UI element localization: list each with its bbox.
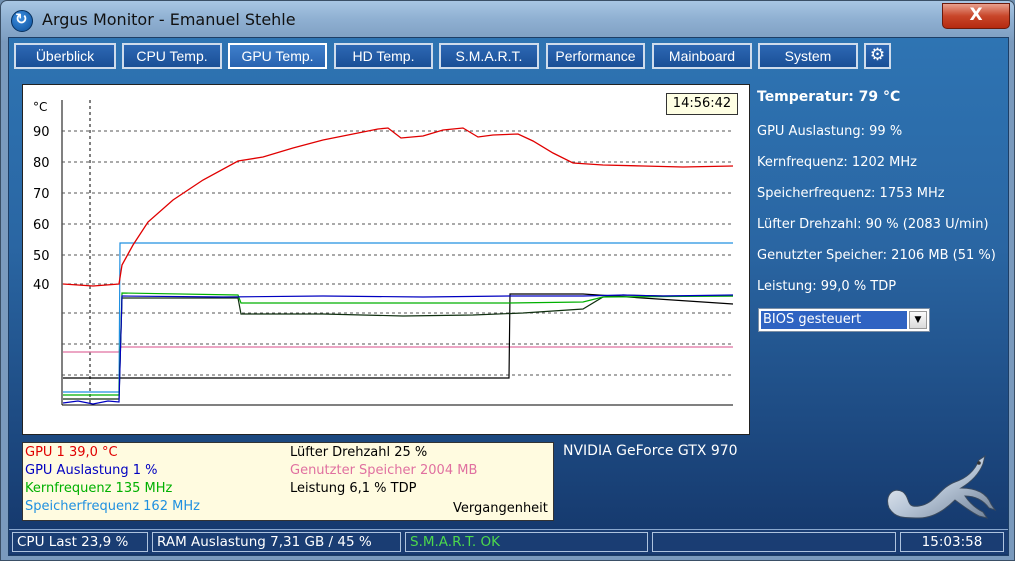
graph-canvas: °C 90 80 70 60 50 40: [33, 100, 734, 406]
clock-status: 15:03:58: [900, 532, 1004, 552]
tab-smart[interactable]: S.M.A.R.T.: [439, 43, 539, 69]
legend-core-clock[interactable]: Kernfrequenz 135 MHz: [25, 481, 172, 496]
tab-system[interactable]: System: [758, 43, 858, 69]
graph-unit-label: °C: [33, 100, 47, 114]
chevron-down-icon[interactable]: ▼: [909, 311, 927, 329]
fan-control-value[interactable]: BIOS gesteuert: [761, 311, 907, 329]
tab-cpu-temp[interactable]: CPU Temp.: [122, 43, 222, 69]
series-mem-clock-line: [63, 242, 733, 393]
graph-legend: GPU 1 39,0 °C GPU Auslastung 1 % Kernfre…: [22, 442, 554, 521]
legend-fan[interactable]: Lüfter Drehzahl 25 %: [290, 445, 427, 460]
gpu-load-value: GPU Auslastung: 99 %: [757, 124, 903, 139]
tab-ueberblick[interactable]: Überblick: [14, 43, 116, 69]
empty-status: [652, 532, 896, 552]
title-bar[interactable]: Argus Monitor - Emanuel Stehle X: [1, 1, 1014, 37]
status-bar: CPU Last 23,9 % RAM Auslastung 7,31 GB /…: [9, 529, 1008, 554]
series-gpu1-temp-line: [62, 127, 734, 287]
window-title: Argus Monitor - Emanuel Stehle: [42, 10, 296, 29]
graph-time: 14:56:42: [666, 93, 738, 115]
y-tick-40: 40: [33, 278, 50, 293]
legend-gpu1[interactable]: GPU 1 39,0 °C: [25, 445, 118, 460]
temperature-graph: °C 90 80 70 60 50 40 14:56:42: [22, 84, 750, 435]
mem-clock-value: Speicherfrequenz: 1753 MHz: [757, 186, 945, 201]
y-tick-90: 90: [33, 125, 50, 140]
smart-status: S.M.A.R.T. OK: [405, 532, 648, 552]
core-clock-value: Kernfrequenz: 1202 MHz: [757, 155, 917, 170]
gear-icon: ⚙: [869, 45, 886, 65]
fan-speed-value: Lüfter Drehzahl: 90 % (2083 U/min): [757, 217, 989, 232]
tab-gpu-temp[interactable]: GPU Temp.: [228, 43, 327, 69]
close-button[interactable]: X: [942, 3, 1010, 29]
memory-usage-value: Genutzter Speicher: 2106 MB (51 %): [757, 248, 996, 263]
legend-gpu-load[interactable]: GPU Auslastung 1 %: [25, 463, 158, 478]
ram-status: RAM Auslastung 7,31 GB / 45 %: [152, 532, 401, 552]
app-window: Argus Monitor - Emanuel Stehle X Überbli…: [0, 0, 1015, 561]
legend-power[interactable]: Leistung 6,1 % TDP: [290, 481, 416, 496]
tab-performance[interactable]: Performance: [546, 43, 645, 69]
tab-mainboard[interactable]: Mainboard: [652, 43, 752, 69]
settings-button[interactable]: ⚙: [864, 43, 891, 69]
y-tick-80: 80: [33, 156, 50, 171]
argus-logo-icon: [11, 10, 33, 32]
gpu-temperature: Temperatur: 79 °C: [757, 89, 901, 105]
gpu-name: NVIDIA GeForce GTX 970: [563, 443, 738, 459]
tab-hd-temp[interactable]: HD Temp.: [334, 43, 433, 69]
series-memory-line: [63, 346, 733, 353]
fan-control-select[interactable]: BIOS gesteuert ▼: [758, 308, 930, 332]
power-value: Leistung: 99,0 % TDP: [757, 279, 897, 294]
history-link[interactable]: Vergangenheit: [453, 501, 548, 516]
series-gpu-load-line: [62, 294, 734, 405]
y-tick-50: 50: [33, 249, 50, 264]
legend-memory[interactable]: Genutzter Speicher 2004 MB: [290, 463, 477, 478]
lizard-logo-icon: [887, 454, 997, 519]
series-fan-line: [63, 293, 734, 379]
y-tick-70: 70: [33, 187, 50, 202]
main-panel: Überblick CPU Temp. GPU Temp. HD Temp. S…: [8, 37, 1009, 556]
legend-mem-clock[interactable]: Speicherfrequenz 162 MHz: [25, 499, 200, 514]
cpu-load-status: CPU Last 23,9 %: [12, 532, 148, 552]
y-tick-60: 60: [33, 218, 50, 233]
